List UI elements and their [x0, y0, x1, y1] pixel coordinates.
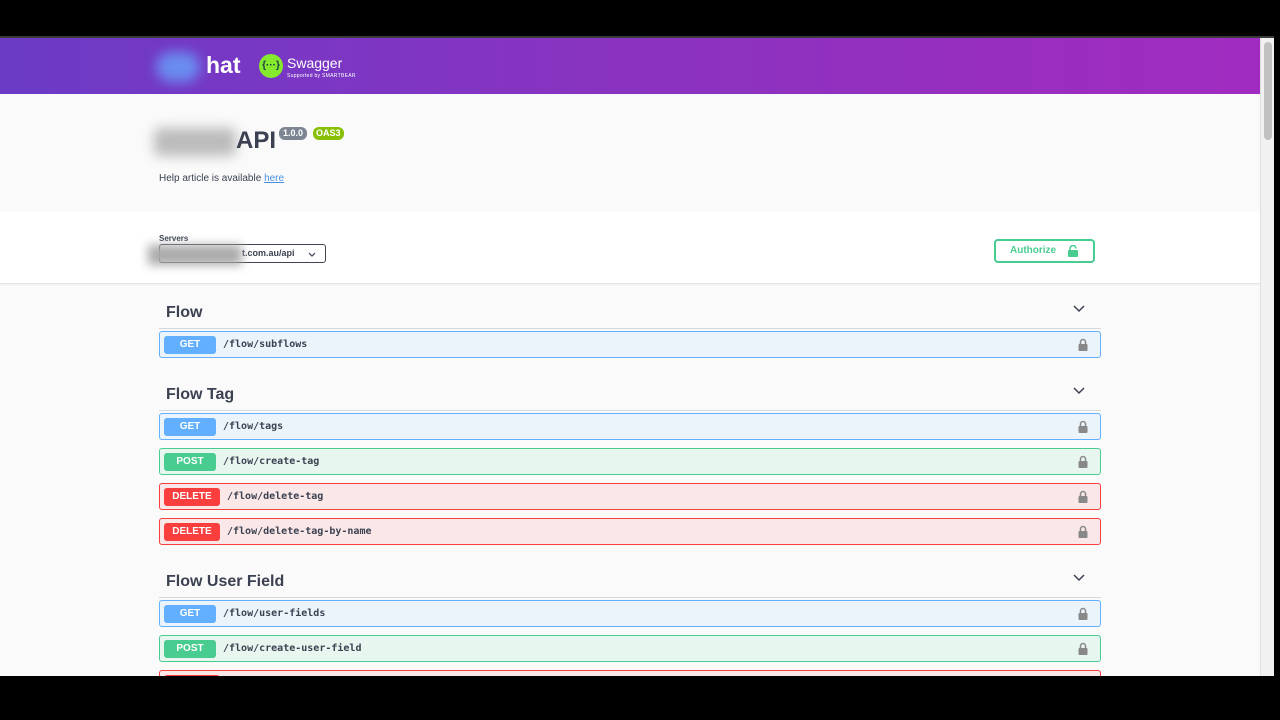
authorize-label: Authorize: [1010, 245, 1057, 256]
swagger-subtitle: Supported by SMARTBEAR: [287, 73, 356, 79]
authorize-button[interactable]: Authorize: [994, 239, 1095, 263]
operation-get-subflows[interactable]: GET /flow/subflows: [159, 331, 1101, 358]
chevron-down-icon[interactable]: [1073, 305, 1085, 313]
operations-list: Flow GET /flow/subflows Flow Tag GET /fl…: [159, 284, 1101, 676]
servers-label: Servers: [159, 234, 189, 243]
method-badge: DELETE: [164, 488, 220, 506]
operation-path: /flow/create-tag: [223, 456, 320, 467]
api-info: API 1.0.0 OAS3 Help article is available…: [0, 94, 1260, 212]
help-text: Help article is available here: [159, 173, 284, 184]
lock-icon[interactable]: [1078, 455, 1088, 468]
brand-name: hat: [206, 52, 241, 78]
method-badge: GET: [164, 418, 216, 436]
tag-name: Flow User Field: [166, 573, 285, 590]
lock-icon[interactable]: [1078, 338, 1088, 351]
operation-path: /flow/user-fields: [223, 608, 326, 619]
method-badge: DELETE: [164, 523, 220, 541]
server-value: t.com.au/api: [242, 248, 295, 258]
method-badge: GET: [164, 605, 216, 623]
scrollbar-thumb[interactable]: [1264, 42, 1272, 140]
method-badge: [164, 675, 220, 676]
operation-delete-partial[interactable]: [159, 670, 1101, 676]
page-title: API: [236, 127, 277, 154]
method-badge: POST: [164, 453, 216, 471]
operation-path: /flow/subflows: [223, 339, 308, 350]
operation-delete-tag[interactable]: DELETE /flow/delete-tag: [159, 483, 1101, 510]
swagger-name[interactable]: Swagger: [287, 55, 342, 71]
tag-name: Flow: [166, 304, 203, 321]
tag-flow[interactable]: Flow: [159, 284, 1101, 329]
lock-icon[interactable]: [1078, 607, 1088, 620]
chevron-down-icon[interactable]: [1073, 387, 1085, 395]
redacted-server: [148, 245, 242, 265]
browser-viewport: hat {···} Swagger Supported by SMARTBEAR…: [0, 36, 1274, 676]
swagger-logo-icon[interactable]: {···}: [259, 54, 283, 78]
method-badge: POST: [164, 640, 216, 658]
lock-icon[interactable]: [1078, 490, 1088, 503]
version-badge: 1.0.0: [279, 127, 308, 140]
method-badge: GET: [164, 336, 216, 354]
help-prefix: Help article is available: [159, 173, 265, 184]
tag-flow-user-field[interactable]: Flow User Field: [159, 553, 1101, 598]
lock-open-icon: [1068, 245, 1078, 257]
tag-name: Flow Tag: [166, 386, 235, 403]
lock-icon[interactable]: [1078, 642, 1088, 655]
operation-path: /flow/delete-tag-by-name: [227, 526, 372, 537]
operation-get-tags[interactable]: GET /flow/tags: [159, 413, 1101, 440]
help-link[interactable]: here: [264, 173, 284, 184]
chevron-down-icon: [308, 252, 316, 257]
operation-path: /flow/tags: [223, 421, 284, 432]
operation-post-create-tag[interactable]: POST /flow/create-tag: [159, 448, 1101, 475]
operation-path: /flow/create-user-field: [223, 643, 362, 654]
brand-logo: [156, 52, 200, 82]
operation-post-create-user-field[interactable]: POST /flow/create-user-field: [159, 635, 1101, 662]
operation-path: /flow/delete-tag: [227, 491, 324, 502]
redacted-title: [154, 128, 236, 156]
lock-icon[interactable]: [1078, 420, 1088, 433]
operation-delete-tag-by-name[interactable]: DELETE /flow/delete-tag-by-name: [159, 518, 1101, 545]
lock-icon[interactable]: [1078, 525, 1088, 538]
operation-get-user-fields[interactable]: GET /flow/user-fields: [159, 600, 1101, 627]
topbar: hat {···} Swagger Supported by SMARTBEAR: [0, 38, 1260, 94]
chevron-down-icon[interactable]: [1073, 574, 1085, 582]
scrollbar[interactable]: [1260, 38, 1274, 676]
scheme-container: Servers t.com.au/api Authorize: [0, 212, 1260, 284]
oas-badge: OAS3: [313, 127, 344, 140]
tag-flow-tag[interactable]: Flow Tag: [159, 366, 1101, 411]
